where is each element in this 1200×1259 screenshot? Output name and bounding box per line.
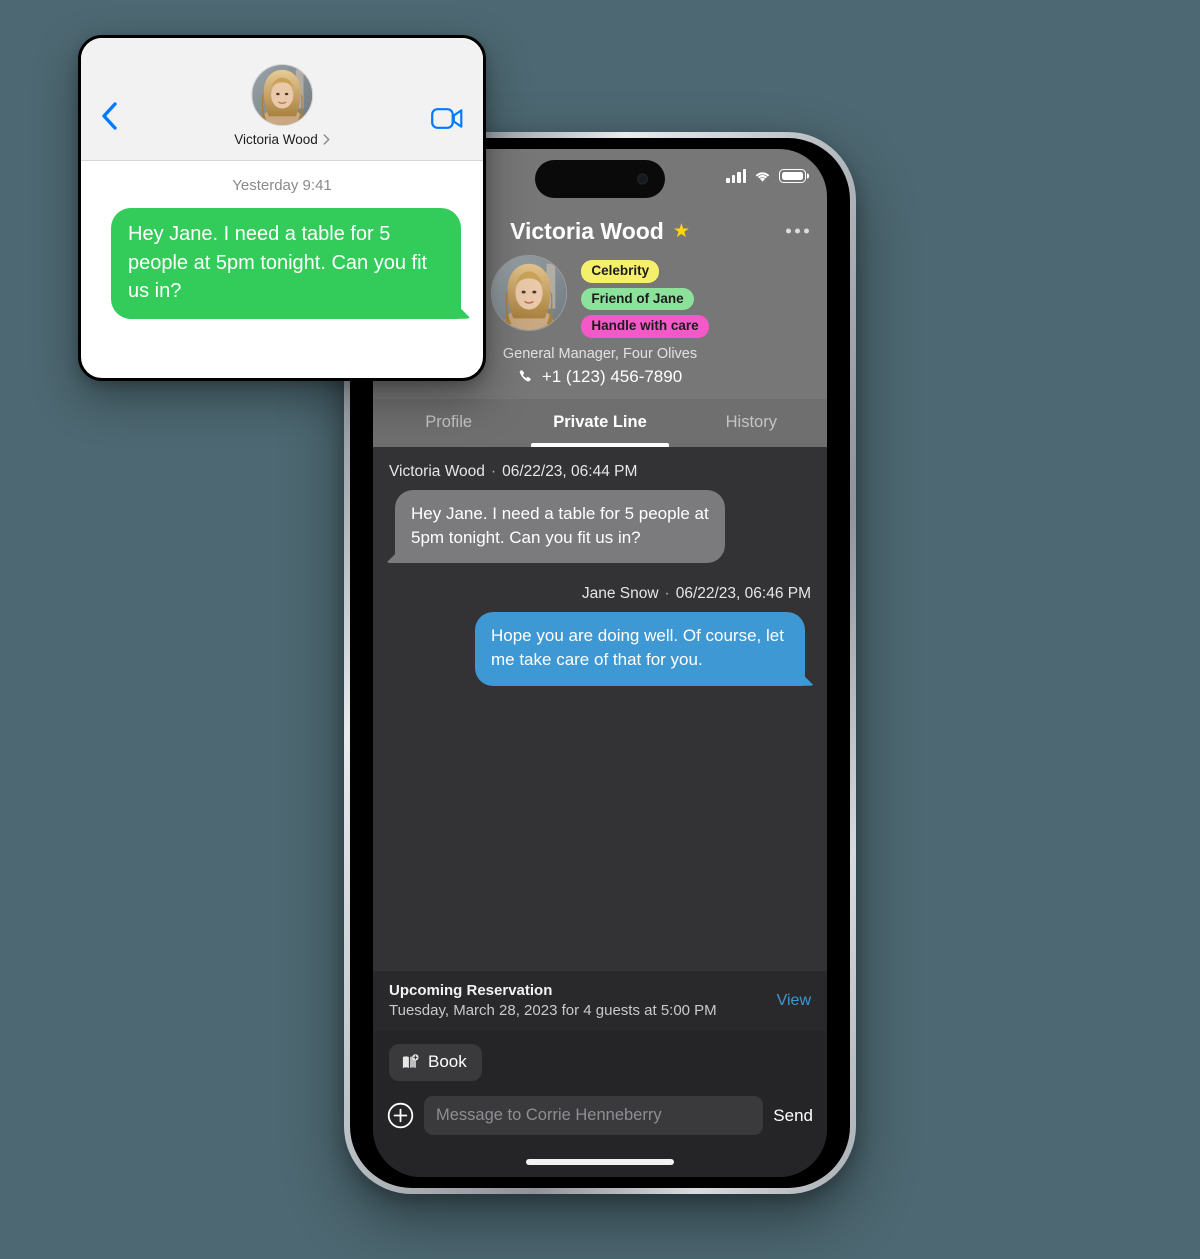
wifi-icon (755, 172, 770, 182)
send-button[interactable]: Send (773, 1106, 813, 1126)
message-input[interactable]: Message to Corrie Henneberry (424, 1096, 764, 1135)
meta-separator: · (664, 585, 670, 603)
message-list[interactable]: Victoria Wood · 06/22/23, 06:44 PM Hey Jan… (373, 446, 827, 971)
imessage-card: Victoria Wood Yesterday 9:41 Hey Jane. I… (78, 35, 486, 381)
book-add-icon (402, 1053, 419, 1068)
screenshot-canvas: Victoria Wood ★ .contact-name{} (0, 0, 1200, 1259)
tag-celebrity[interactable]: Celebrity (581, 260, 660, 283)
book-button-label: Book (428, 1052, 467, 1071)
imessage-header: Victoria Wood (81, 38, 483, 161)
avatar-portrait (492, 256, 567, 330)
tag-friend-of-jane[interactable]: Friend of Jane (581, 287, 694, 311)
chevron-right-icon (323, 134, 329, 145)
message-sender: Jane Snow (581, 585, 659, 603)
home-indicator[interactable] (526, 1159, 674, 1165)
tab-profile[interactable]: Profile (373, 399, 524, 447)
reservation-details: Tuesday, March 28, 2023 for 4 guests at … (389, 1002, 717, 1019)
contact-avatar[interactable] (491, 255, 568, 331)
meta-separator: · (490, 462, 497, 480)
message-meta: Jane Snow · 06/22/23, 06:46 PM (389, 585, 811, 603)
reservation-view-link[interactable]: View (777, 992, 811, 1010)
home-indicator-area (373, 1147, 827, 1177)
status-icons (726, 165, 806, 183)
contact-phone-number: +1 (123) 456-7890 (541, 366, 683, 386)
contact-tags: Celebrity Friend of Jane Handle with car… (581, 255, 709, 338)
imessage-contact[interactable]: Victoria Wood (234, 64, 330, 147)
tag-handle-with-care[interactable]: Handle with care (581, 315, 709, 338)
imessage-timestamp: Yesterday 9:41 (232, 177, 332, 194)
battery-full-icon (779, 169, 806, 183)
message-bubble-outgoing[interactable]: Hope you are doing well. Of course, let … (475, 612, 805, 686)
upcoming-reservation-bar: Upcoming Reservation Tuesday, March 28, … (373, 971, 827, 1031)
message-sender: Victoria Wood (389, 462, 485, 480)
tab-bar: Profile Private Line History (373, 398, 827, 447)
imessage-avatar[interactable] (250, 64, 313, 126)
front-camera-icon (637, 173, 648, 185)
reservation-title: Upcoming Reservation (389, 982, 553, 999)
tab-history[interactable]: History (676, 399, 827, 447)
reservation-text: Upcoming Reservation Tuesday, March 28, … (389, 982, 717, 1019)
imessage-body: Yesterday 9:41 Hey Jane. I need a table … (81, 161, 483, 319)
more-options-icon[interactable] (786, 228, 809, 234)
contact-name: Victoria Wood (510, 217, 664, 244)
tab-private-line[interactable]: Private Line (524, 399, 675, 447)
quick-actions: Book (373, 1031, 827, 1090)
message-composer: Message to Corrie Henneberry Send (373, 1090, 827, 1147)
phone-handset-icon (519, 370, 531, 382)
message-bubble-incoming[interactable]: Hey Jane. I need a table for 5 people at… (395, 489, 725, 564)
video-camera-icon[interactable] (431, 108, 463, 129)
imessage-contact-name: Victoria Wood (234, 132, 318, 147)
imessage-bubble-outgoing[interactable]: Hey Jane. I need a table for 5 people at… (111, 208, 461, 319)
message-meta: Victoria Wood · 06/22/23, 06:44 PM (389, 463, 811, 481)
avatar-portrait (251, 65, 312, 125)
imessage-name-row: Victoria Wood (234, 132, 330, 147)
message-timestamp: 06/22/23, 06:46 PM (675, 585, 811, 603)
message-timestamp: 06/22/23, 06:44 PM (502, 462, 638, 480)
chevron-left-icon[interactable] (101, 102, 117, 130)
cellular-bars-icon (726, 169, 746, 183)
star-icon[interactable]: ★ (673, 222, 690, 241)
dynamic-island (535, 160, 665, 198)
book-button[interactable]: Book (389, 1044, 482, 1081)
plus-circle-icon[interactable] (387, 1102, 414, 1129)
